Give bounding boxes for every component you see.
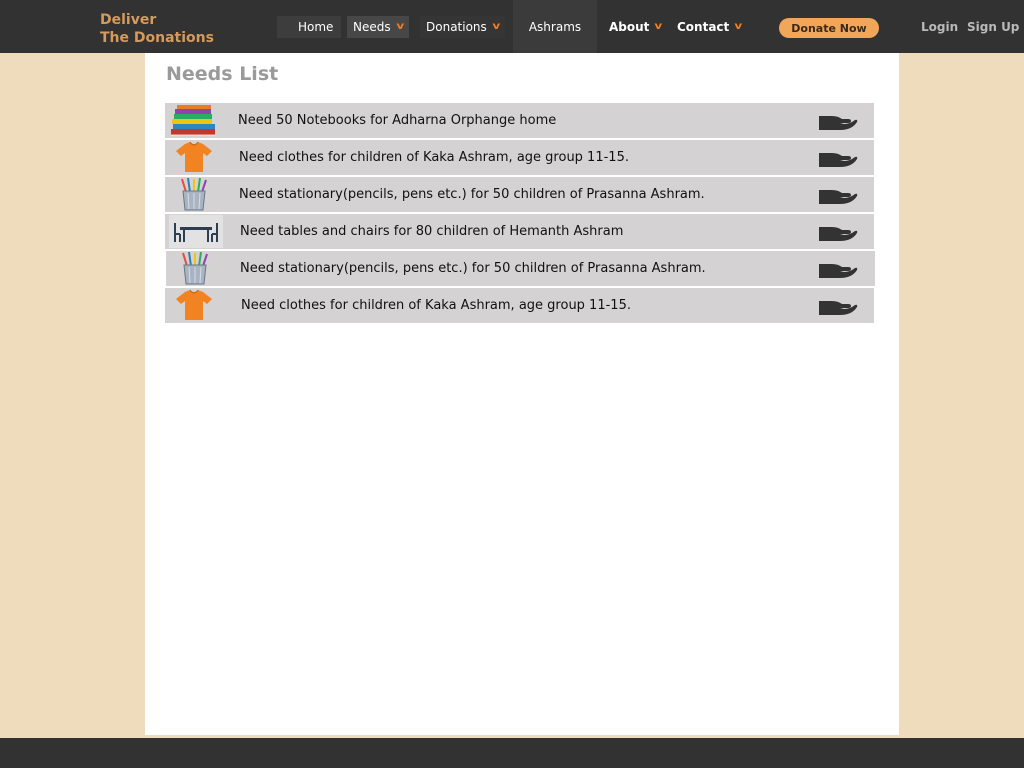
nav-home[interactable]: Home	[277, 0, 342, 53]
giving-hand-icon[interactable]	[818, 112, 858, 132]
nav-contact[interactable]: Contact v	[677, 0, 742, 53]
shirt-icon	[169, 141, 219, 174]
nav-donations-label: Donations	[426, 19, 487, 34]
giving-hand-icon[interactable]	[818, 149, 858, 169]
nav-about[interactable]: About v	[609, 0, 663, 53]
need-text: Need stationary(pencils, pens etc.) for …	[240, 261, 706, 276]
shirt-icon	[169, 289, 219, 322]
nav-about-label: About	[609, 19, 650, 34]
nav-needs[interactable]: Needs v	[347, 0, 410, 53]
chevron-down-icon: v	[734, 21, 743, 32]
logo-line-2: The Donations	[100, 30, 214, 46]
need-text: Need stationary(pencils, pens etc.) for …	[239, 187, 705, 202]
top-navigation-bar: Deliver The Donations Home Needs v Donat…	[0, 0, 1024, 53]
nav-contact-label: Contact	[677, 19, 730, 34]
pencil-cup-icon	[170, 252, 220, 285]
need-item[interactable]: Need stationary(pencils, pens etc.) for …	[165, 177, 874, 212]
books-icon	[169, 104, 219, 137]
giving-hand-icon[interactable]	[818, 186, 858, 206]
need-item[interactable]: Need 50 Notebooks for Adharna Orphange h…	[165, 103, 874, 138]
donate-now-button[interactable]: Donate Now	[779, 18, 879, 38]
need-text: Need 50 Notebooks for Adharna Orphange h…	[238, 113, 557, 128]
giving-hand-icon[interactable]	[818, 223, 858, 243]
need-text: Need clothes for children of Kaka Ashram…	[241, 298, 631, 313]
login-link[interactable]: Login	[921, 20, 958, 34]
nav-needs-label: Needs	[353, 19, 391, 34]
nav-ashrams[interactable]: Ashrams	[513, 0, 597, 53]
need-item[interactable]: Need clothes for children of Kaka Ashram…	[165, 140, 874, 175]
chevron-down-icon: v	[654, 21, 663, 32]
pencil-cup-icon	[169, 178, 219, 211]
table-chairs-icon	[169, 215, 223, 248]
signup-link[interactable]: Sign Up	[967, 20, 1019, 34]
nav-donations[interactable]: Donations v	[420, 0, 506, 53]
chevron-down-icon: v	[395, 21, 404, 32]
giving-hand-icon[interactable]	[818, 297, 858, 317]
need-text: Need clothes for children of Kaka Ashram…	[239, 150, 629, 165]
need-text: Need tables and chairs for 80 children o…	[240, 224, 624, 239]
need-item[interactable]: Need clothes for children of Kaka Ashram…	[165, 288, 874, 323]
nav-ashrams-label: Ashrams	[528, 19, 582, 34]
main-content: Needs List Need 50 Notebooks for Adharna…	[145, 53, 899, 735]
chevron-down-icon: v	[492, 21, 500, 32]
nav-home-label: Home	[298, 19, 334, 34]
page-title: Needs List	[166, 63, 279, 85]
logo-line-1: Deliver	[100, 12, 157, 28]
need-item[interactable]: Need tables and chairs for 80 children o…	[165, 214, 874, 249]
site-logo[interactable]: Deliver The Donations	[100, 11, 214, 47]
footer-bar	[0, 738, 1024, 768]
need-item[interactable]: Need stationary(pencils, pens etc.) for …	[166, 251, 875, 286]
giving-hand-icon[interactable]	[818, 260, 858, 280]
